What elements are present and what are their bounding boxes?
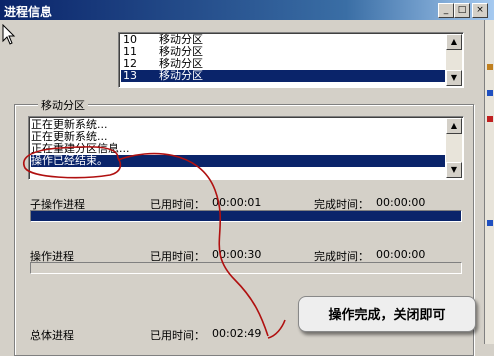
callout-box: 操作完成，关闭即可 bbox=[298, 296, 476, 332]
callout-text: 操作完成，关闭即可 bbox=[328, 308, 446, 323]
red-annotation bbox=[23, 146, 286, 339]
